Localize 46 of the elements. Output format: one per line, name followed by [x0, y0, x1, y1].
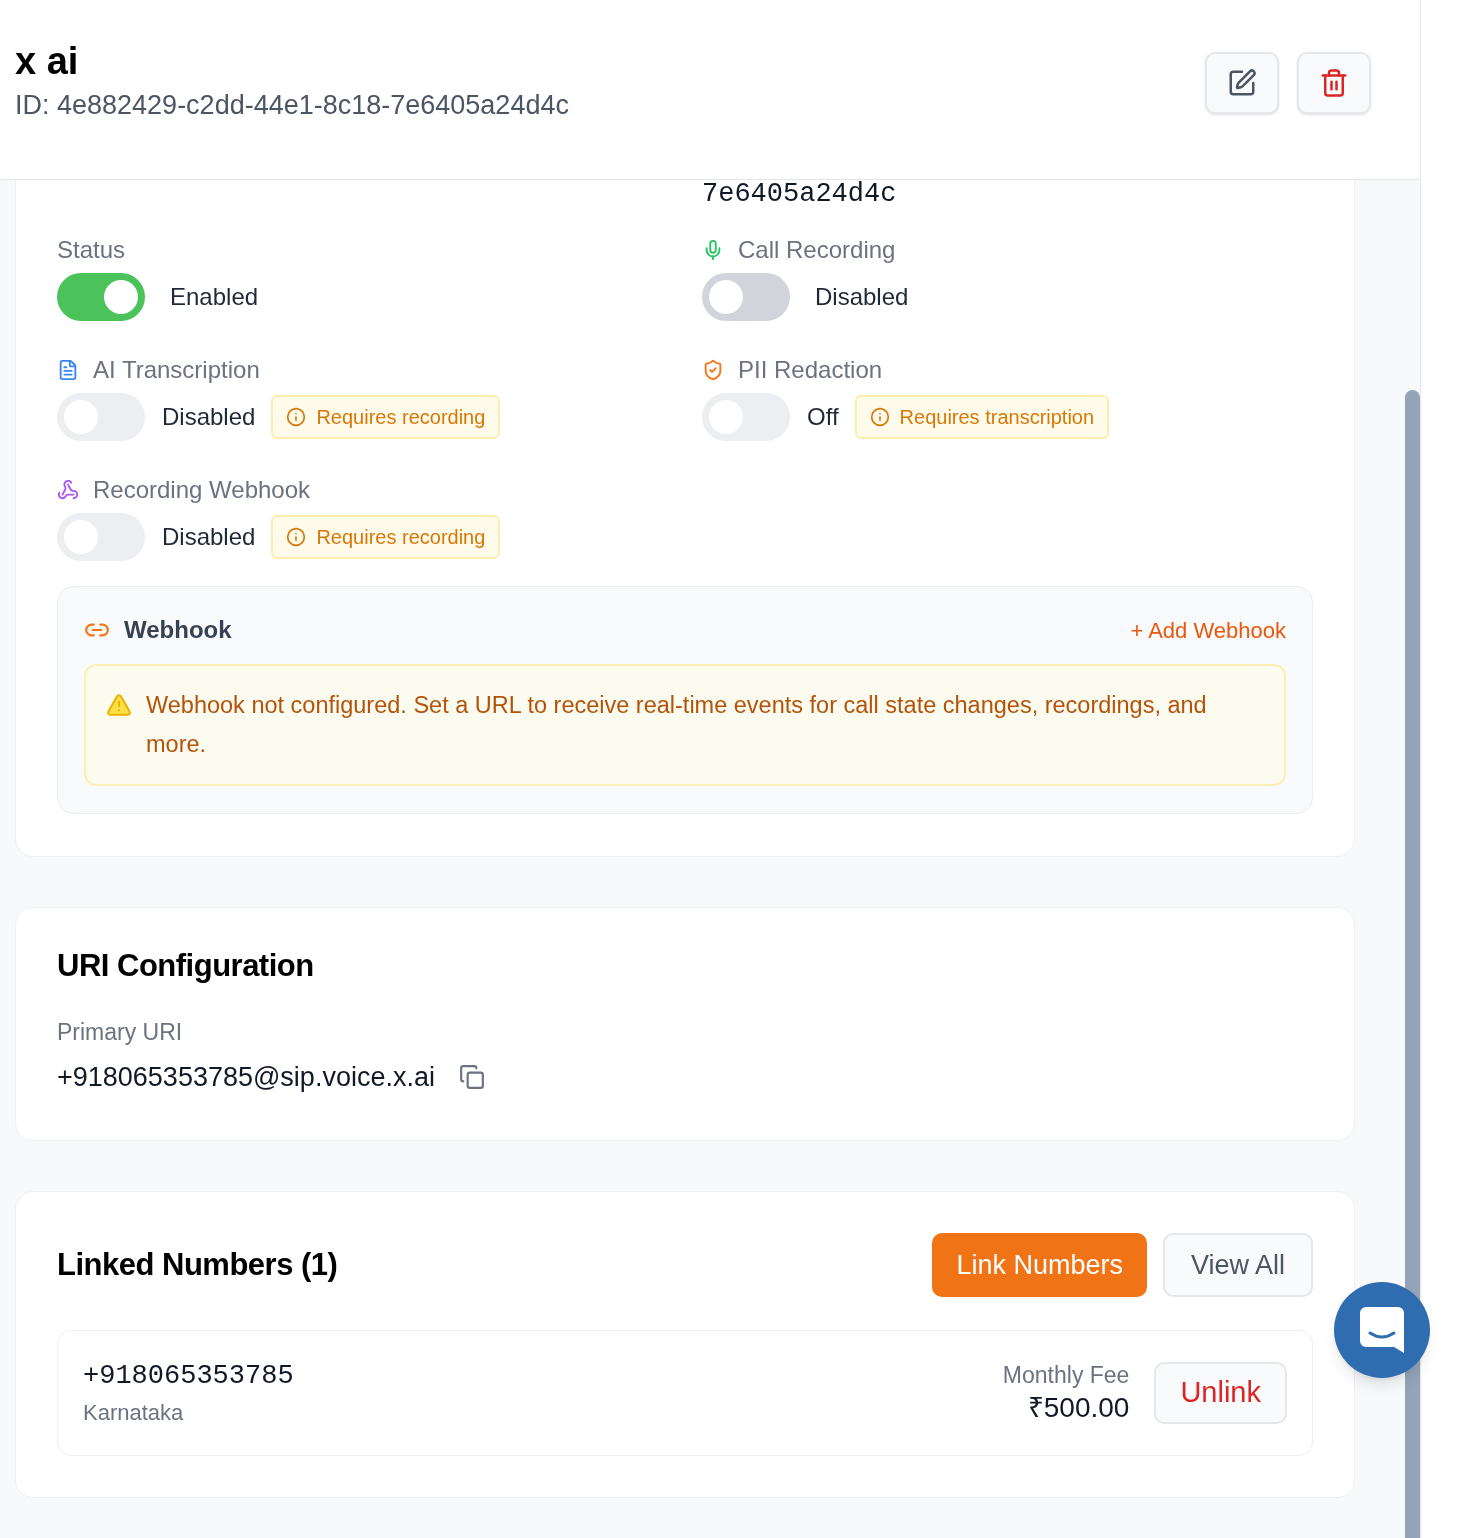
field-label: Primary URI — [57, 1018, 184, 1046]
toggle-switch[interactable] — [702, 273, 790, 321]
scrollbar-thumb[interactable] — [1405, 390, 1420, 1538]
toggle-state: Disabled — [162, 522, 256, 552]
requirement-badge: Requires recording — [271, 395, 501, 439]
link-numbers-button[interactable]: Link Numbers — [932, 1233, 1147, 1297]
requirement-badge: Requires recording — [271, 515, 501, 559]
setting-label: Recording Webhook — [93, 476, 311, 504]
info-icon — [869, 407, 890, 427]
webhook-title: Webhook — [124, 615, 232, 645]
edit-button[interactable] — [1205, 52, 1279, 114]
toggle-state: Disabled — [815, 282, 909, 312]
toggle-state: Enabled — [170, 282, 259, 312]
chat-bubble-icon — [1360, 1307, 1404, 1353]
edit-icon — [1227, 68, 1257, 98]
trash-icon — [1319, 68, 1349, 98]
warning-text: Webhook not configured. Set a URL to receive real-time events for call state changes, recordings, and more. — [146, 691, 1208, 759]
uri-value: +918065353785@sip.voice.x.ai — [57, 1060, 435, 1094]
view-all-button[interactable]: View All — [1162, 1233, 1313, 1297]
phone-number: +918065353785 — [83, 1360, 294, 1393]
webhook-icon — [57, 479, 79, 501]
toggle-state: Disabled — [162, 402, 256, 432]
record-id: ID: 4e882429-c2dd-44e1-8c18-7e6405a24d4c — [15, 89, 569, 122]
fee-amount: ₹500.00 — [1027, 1391, 1130, 1425]
id-fragment: 7e6405a24d4c — [702, 180, 898, 208]
page-title: x ai — [15, 39, 80, 84]
setting-label: AI Transcription — [93, 356, 260, 384]
setting-label: PII Redaction — [738, 356, 883, 384]
info-icon — [286, 407, 307, 427]
region: Karnataka — [83, 1399, 185, 1427]
add-webhook-link[interactable]: + Add Webhook — [1130, 613, 1286, 647]
document-icon — [57, 359, 79, 381]
warning-icon — [106, 692, 132, 718]
toggle-state: Off — [807, 402, 839, 432]
section-title: Linked Numbers (1) — [57, 1245, 338, 1284]
fee-label: Monthly Fee — [1002, 1361, 1130, 1390]
copy-icon[interactable] — [458, 1064, 485, 1090]
requirement-badge: Requires transcription — [854, 395, 1110, 439]
unlink-button[interactable]: Unlink — [1154, 1362, 1287, 1424]
info-icon — [286, 527, 307, 547]
setting-label: Status — [57, 236, 126, 264]
setting-label: Call Recording — [738, 236, 896, 264]
toggle-switch[interactable] — [57, 273, 145, 321]
shield-check-icon — [702, 359, 724, 381]
delete-button[interactable] — [1297, 52, 1371, 114]
section-title: URI Configuration — [57, 948, 315, 984]
